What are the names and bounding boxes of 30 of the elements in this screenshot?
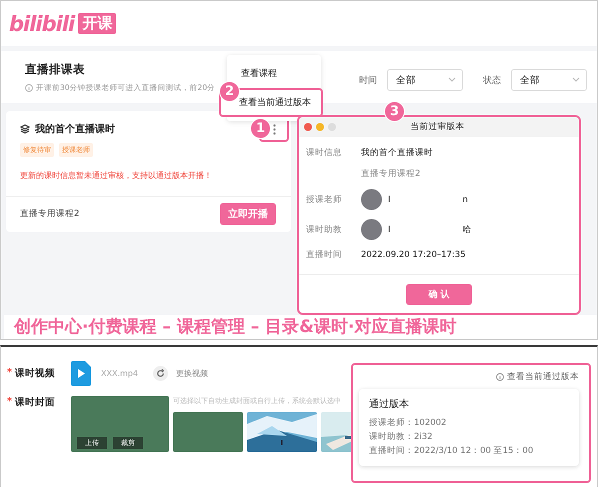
field-label: 课时视频 <box>14 367 55 380</box>
logo: bilibili <box>9 12 74 36</box>
version-detail: 直播时间：2022/3/10 12：00 至15：00 <box>369 445 534 458</box>
person-name: n <box>462 194 468 204</box>
row-subvalue: 直播专用课程2 <box>361 168 422 180</box>
filter-label: 时间 <box>359 74 377 86</box>
version-detail: 课时助教：2i32 <box>369 431 434 444</box>
dialog-title: 当前过审版本 <box>410 121 466 133</box>
logo-badge: 开课 <box>78 13 116 34</box>
file-name: XXX.mp4 <box>101 369 139 378</box>
row-label: 授课老师 <box>306 194 343 206</box>
person-name: I <box>388 224 391 234</box>
row-label: 直播时间 <box>306 249 343 261</box>
field-label: 课时封面 <box>14 396 55 409</box>
card-title: 通过版本 <box>369 398 410 411</box>
version-detail: 授课老师：102002 <box>369 417 448 430</box>
required-mark: * <box>7 396 12 409</box>
page-title: 直播排课表 <box>25 62 86 76</box>
warning-text: 更新的课时信息暂未通过审核，支持以通过版本开播！ <box>6 160 291 197</box>
person-name: 哈 <box>462 224 472 236</box>
filter-label: 状态 <box>483 74 501 86</box>
row-label: 课时助教 <box>306 224 343 236</box>
lesson-title: 我的首个直播课时 <box>35 122 116 136</box>
row-value: 2022.09.20 17:20–17:35 <box>361 250 467 260</box>
course-name: 直播专用课程2 <box>20 208 80 220</box>
row-label: 课时信息 <box>306 147 343 159</box>
required-mark: * <box>7 367 12 380</box>
caption: 创作中心·付费课程 – 课程管理 – 目录&课时·对应直播课时 <box>4 315 597 339</box>
person-name: I <box>388 194 391 204</box>
row-value: 我的首个直播课时 <box>361 147 434 159</box>
